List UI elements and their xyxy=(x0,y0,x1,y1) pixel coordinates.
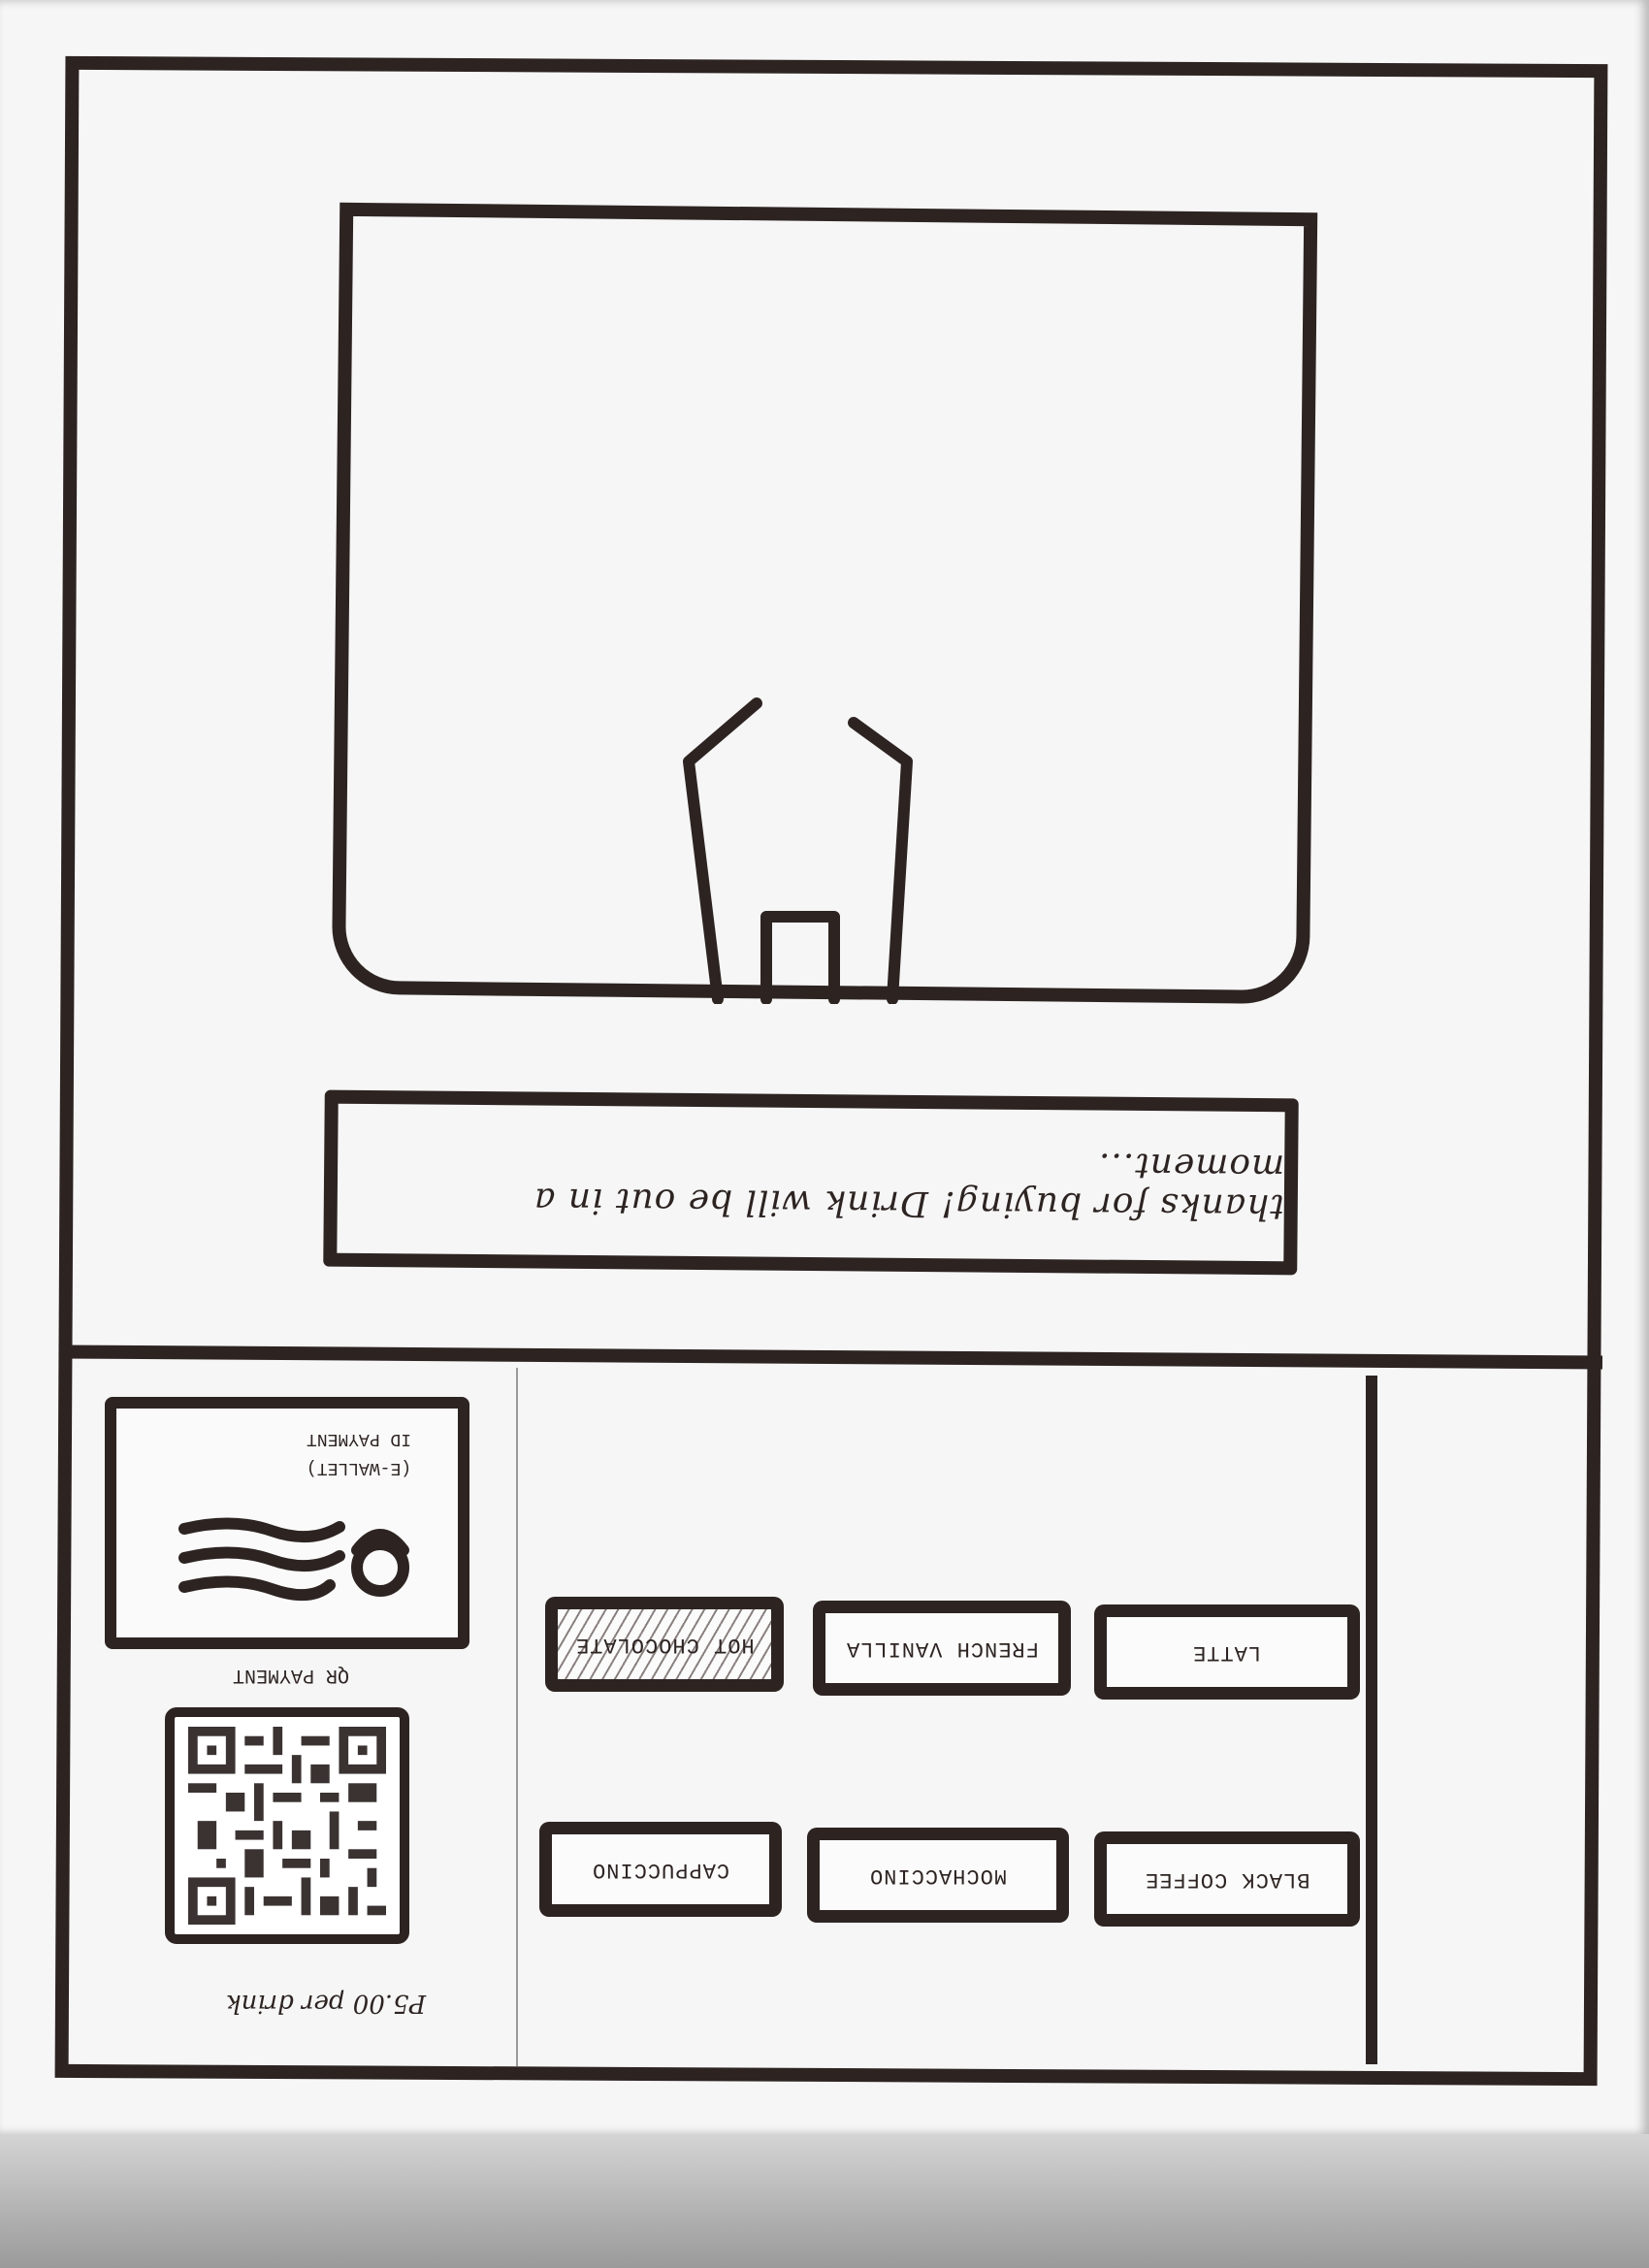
qr-payment-label: QR PAYMENT xyxy=(232,1664,350,1686)
drink-button-cappuccino[interactable]: CAPPUCCINO xyxy=(539,1822,782,1917)
status-message-box: thanks for buying! Drink will be out in … xyxy=(323,1089,1299,1276)
cup-dispenser-icon xyxy=(683,697,913,1004)
ewallet-id-payment-button[interactable]: (E-WALLET) ID PAYMENT xyxy=(105,1397,469,1649)
drink-button-mochaccino[interactable]: MOCHACCINO xyxy=(807,1828,1069,1923)
ewallet-label: (E-WALLET) ID PAYMENT xyxy=(262,1424,456,1482)
drink-button-french-vanilla[interactable]: FRENCH VANILLA xyxy=(813,1601,1071,1696)
price-label: P5.00 per drink xyxy=(225,1989,427,2018)
payment-panel-divider xyxy=(516,1368,518,2066)
qr-payment-button[interactable] xyxy=(165,1707,409,1944)
drink-label: MOCHACCINO xyxy=(868,1863,1008,1888)
drink-label: HOT CHOCOLATE xyxy=(574,1632,755,1657)
id-card-icon xyxy=(178,1517,409,1602)
drink-label: CAPPUCCINO xyxy=(591,1857,730,1882)
control-panel-edge xyxy=(1366,1376,1377,2064)
drink-button-black-coffee[interactable]: BLACK COFFEE xyxy=(1094,1831,1360,1927)
ewallet-label-line2: ID PAYMENT xyxy=(306,1429,412,1448)
status-message: thanks for buying! Drink will be out in … xyxy=(533,1145,1285,1227)
ewallet-label-line1: (E-WALLET) xyxy=(306,1458,412,1477)
drink-button-hot-chocolate[interactable]: HOT CHOCOLATE xyxy=(545,1597,784,1692)
drink-label: LATTE xyxy=(1192,1639,1262,1665)
drink-button-latte[interactable]: LATTE xyxy=(1094,1604,1360,1700)
drink-label: BLACK COFFEE xyxy=(1144,1866,1310,1892)
drink-label: FRENCH VANILLA xyxy=(845,1636,1039,1661)
scan-background xyxy=(0,2134,1649,2268)
qr-code-icon xyxy=(188,1727,386,1925)
